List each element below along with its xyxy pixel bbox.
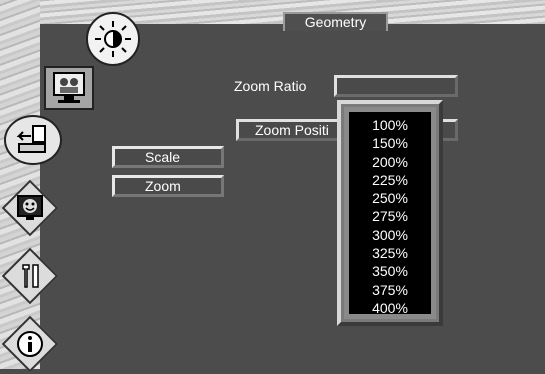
zoom-option[interactable]: 250% <box>349 189 431 207</box>
zoom-option[interactable]: 150% <box>349 134 431 152</box>
input-source-icon[interactable] <box>4 115 62 165</box>
zoom-ratio-dropdown[interactable]: 100% 150% 200% 225% 250% 275% 300% 325% 350% 375%… <box>337 100 443 326</box>
input-arrow-icon <box>16 125 46 153</box>
zoom-option[interactable]: 225% <box>349 171 431 189</box>
zoom-option[interactable]: 325% <box>349 244 431 262</box>
monitor-picture-icon <box>53 72 85 103</box>
brightness-icon[interactable] <box>86 12 140 66</box>
zoom-position-label: Zoom Positi <box>255 122 329 138</box>
zoom-button[interactable]: Zoom <box>112 175 224 197</box>
sun-icon <box>95 21 131 57</box>
zoom-option[interactable]: 300% <box>349 226 431 244</box>
zoom-ratio-field[interactable] <box>334 75 458 97</box>
menu-title: Geometry <box>283 12 388 31</box>
scale-button[interactable]: Scale <box>112 146 224 168</box>
zoom-option[interactable]: 200% <box>349 153 431 171</box>
smiley-screen-icon <box>16 195 43 220</box>
zoom-ratio-label: Zoom Ratio <box>234 78 307 94</box>
zoom-ratio-options: 100% 150% 200% 225% 250% 275% 300% 325% 350% 375%… <box>349 112 431 317</box>
zoom-option[interactable]: 400% <box>349 299 431 317</box>
info-i-icon <box>16 331 43 357</box>
marble-frame-top <box>0 0 545 24</box>
wrench-screwdriver-icon <box>22 264 39 288</box>
zoom-option[interactable]: 375% <box>349 281 431 299</box>
zoom-option[interactable]: 100% <box>349 116 431 134</box>
picture-icon[interactable] <box>44 66 94 110</box>
zoom-option[interactable]: 275% <box>349 207 431 225</box>
zoom-option[interactable]: 350% <box>349 262 431 280</box>
